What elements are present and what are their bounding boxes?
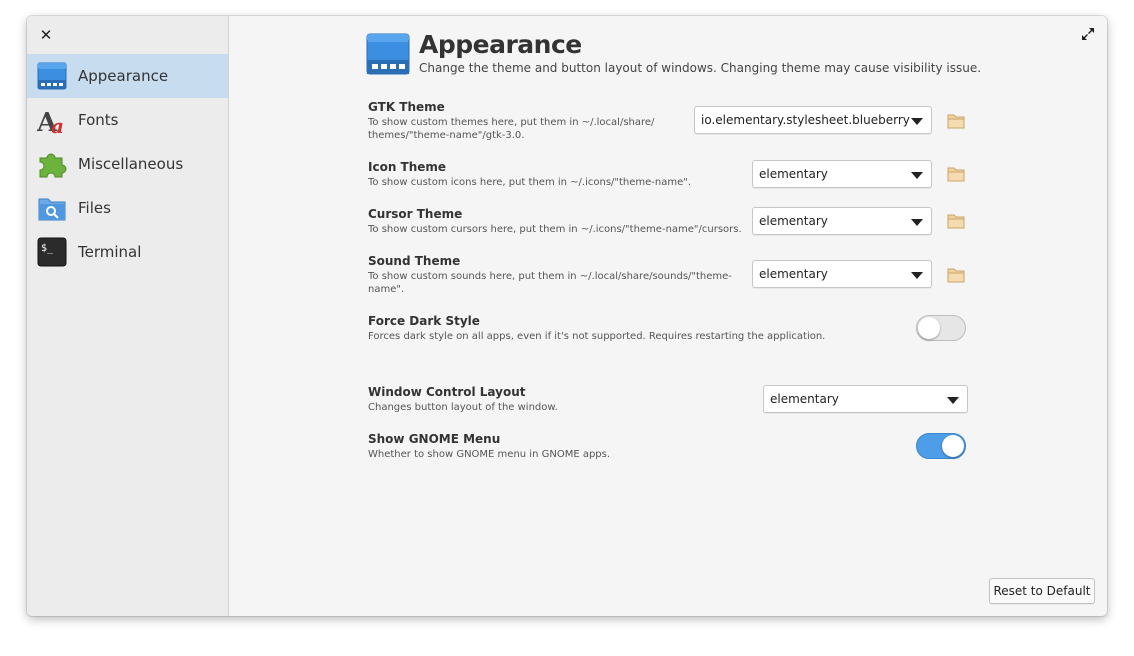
sidebar-item-label: Appearance: [78, 67, 169, 85]
chevron-down-icon: [911, 272, 923, 279]
svg-text:a: a: [51, 114, 64, 135]
sidebar-item-label: Fonts: [78, 111, 119, 129]
toggle-knob: [918, 317, 940, 339]
sidebar-item-miscellaneous[interactable]: Miscellaneous: [27, 142, 228, 186]
puzzle-icon: [39, 153, 67, 178]
appearance-icon: [37, 62, 67, 90]
icon-theme-desc: To show custom icons here, put them in ~…: [368, 177, 692, 188]
sound-theme-select[interactable]: elementary: [752, 260, 932, 288]
sidebar-item-label: Files: [78, 199, 111, 217]
window-layout-title: Window Control Layout: [368, 385, 526, 399]
gtk-theme-title: GTK Theme: [368, 100, 445, 114]
main-panel: Appearance Change the theme and button l…: [229, 16, 1107, 616]
cursor-theme-title: Cursor Theme: [368, 207, 463, 221]
sidebar: ✕ Appearance A a Fonts Miscellaneous Fil…: [27, 16, 229, 616]
sidebar-item-label: Miscellaneous: [78, 155, 184, 173]
files-icon: [38, 198, 66, 221]
window-layout-desc: Changes button layout of the window.: [368, 402, 558, 413]
reset-to-default-button[interactable]: Reset to Default: [989, 578, 1095, 604]
sidebar-item-fonts[interactable]: A a Fonts: [27, 98, 228, 142]
force-dark-desc: Forces dark style on all apps, even if i…: [368, 331, 826, 342]
sound-theme-value: elementary: [759, 267, 828, 281]
gtk-theme-value: io.elementary.stylesheet.blueberry: [701, 113, 910, 127]
sound-theme-desc: To show custom sounds here, put them in …: [368, 271, 732, 295]
folder-icon[interactable]: [947, 213, 965, 229]
folder-icon[interactable]: [947, 267, 965, 283]
page-subtitle: Change the theme and button layout of wi…: [419, 61, 982, 75]
cursor-theme-desc: To show custom cursors here, put them in…: [368, 224, 742, 235]
sidebar-item-files[interactable]: Files: [27, 186, 228, 230]
app-window: ✕ Appearance A a Fonts Miscellaneous Fil…: [27, 16, 1107, 616]
gtk-theme-select[interactable]: io.elementary.stylesheet.blueberry: [694, 106, 932, 134]
chevron-down-icon: [911, 172, 923, 179]
fonts-icon: A a: [37, 108, 64, 135]
gnome-menu-toggle[interactable]: [916, 433, 966, 459]
force-dark-title: Force Dark Style: [368, 314, 480, 328]
gnome-menu-title: Show GNOME Menu: [368, 432, 501, 446]
sidebar-item-label: Terminal: [78, 243, 142, 261]
gnome-menu-desc: Whether to show GNOME menu in GNOME apps…: [368, 449, 611, 460]
chevron-down-icon: [911, 219, 923, 226]
close-button[interactable]: ✕: [37, 26, 55, 44]
window-layout-value: elementary: [770, 392, 839, 406]
cursor-theme-select[interactable]: elementary: [752, 207, 932, 235]
icon-theme-value: elementary: [759, 167, 828, 181]
page-title: Appearance: [419, 30, 582, 59]
chevron-down-icon: [911, 118, 923, 125]
folder-icon[interactable]: [947, 166, 965, 182]
terminal-icon: $_: [37, 237, 67, 267]
toggle-knob: [942, 435, 964, 457]
window-layout-select[interactable]: elementary: [763, 385, 968, 413]
close-icon: ✕: [39, 26, 53, 44]
force-dark-toggle[interactable]: [916, 315, 966, 341]
folder-icon[interactable]: [947, 113, 965, 129]
sound-theme-title: Sound Theme: [368, 254, 461, 268]
expand-icon[interactable]: [1081, 27, 1095, 41]
sidebar-item-appearance[interactable]: Appearance: [27, 54, 228, 98]
appearance-icon: [366, 33, 410, 75]
svg-text:$_: $_: [41, 243, 54, 254]
chevron-down-icon: [947, 397, 959, 404]
icon-theme-title: Icon Theme: [368, 160, 447, 174]
gtk-theme-desc: To show custom themes here, put them in …: [368, 117, 655, 141]
cursor-theme-value: elementary: [759, 214, 828, 228]
sidebar-item-terminal[interactable]: $_ Terminal: [27, 230, 228, 274]
icon-theme-select[interactable]: elementary: [752, 160, 932, 188]
